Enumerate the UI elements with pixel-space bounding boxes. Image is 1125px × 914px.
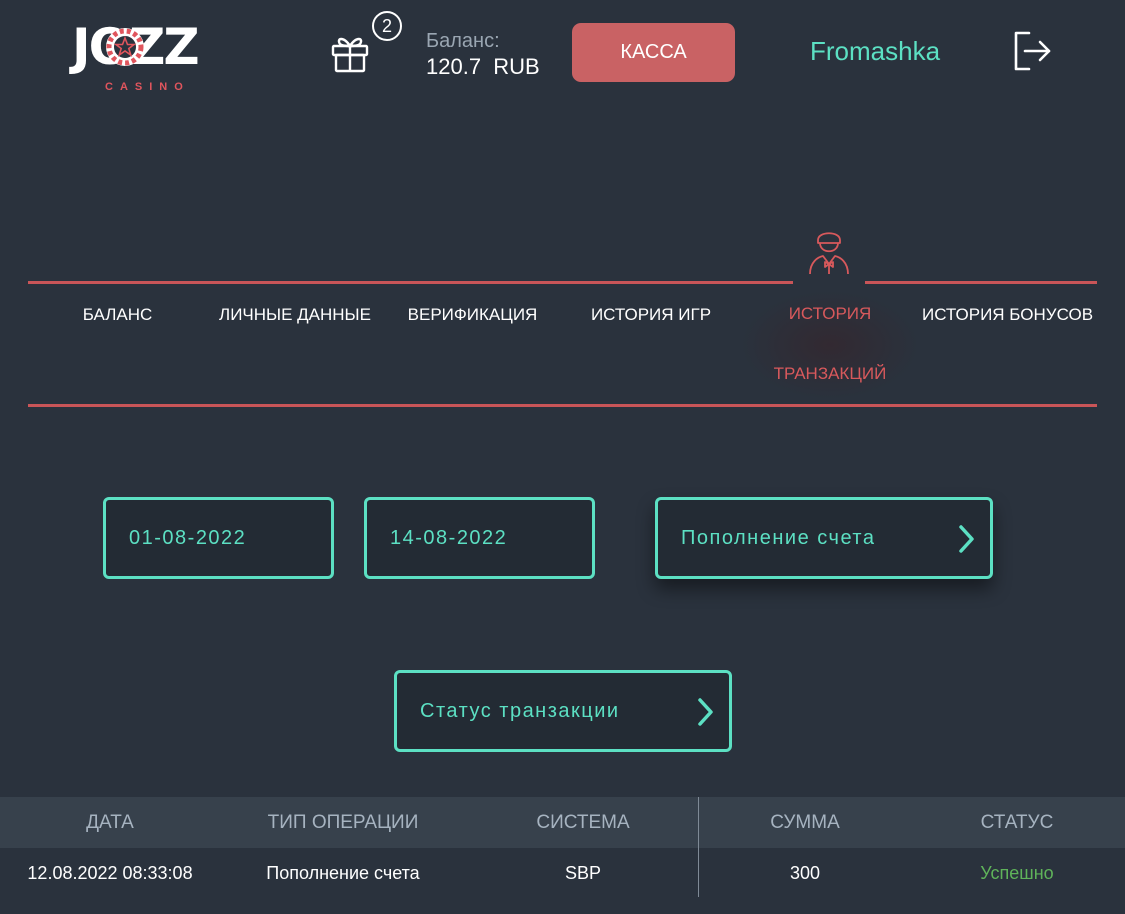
logo-subtext: CASINO [105,81,190,93]
balance-label: Баланс: [426,30,500,52]
tab-balance[interactable]: БАЛАНС [60,305,175,325]
column-divider [698,797,699,897]
tab-bonus-history[interactable]: ИСТОРИЯ БОНУСОВ [915,305,1100,325]
cashier-button[interactable]: КАССА [572,23,735,82]
gift-count-badge: 2 [372,11,402,41]
gift-icon[interactable] [328,30,372,74]
transaction-status-value: Статус транзакции [420,699,620,722]
tabs-bottom-border [28,404,1097,407]
dealer-icon [809,232,849,275]
balance-value: 120.7 RUB [426,54,540,79]
cell-type: Пополнение счета [266,863,420,883]
operation-type-select[interactable]: Пополнение счета [655,497,993,579]
casino-logo[interactable]: JOZZ CASINO [72,20,232,100]
cell-date: 12.08.2022 08:33:08 [27,863,193,883]
column-header-amount: СУММА [770,812,840,833]
column-header-date: ДАТА [86,812,134,833]
cell-amount: 300 [789,863,821,883]
table-header: ДАТА ТИП ОПЕРАЦИИ СИСТЕМА СУММА СТАТУС [0,797,1125,848]
tab-personal-data[interactable]: ЛИЧНЫЕ ДАННЫЕ [210,305,380,325]
date-to-value: 14-08-2022 [390,526,508,549]
transaction-status-select[interactable]: Статус транзакции [394,670,732,752]
column-header-type: ТИП ОПЕРАЦИИ [267,812,419,833]
column-header-system: СИСТЕМА [536,812,630,833]
date-from-value: 01-08-2022 [129,526,247,549]
date-from-field[interactable]: 01-08-2022 [103,497,334,579]
date-to-field[interactable]: 14-08-2022 [364,497,595,579]
cell-status: Успешно [980,863,1054,883]
tab-verification[interactable]: ВЕРИФИКАЦИЯ [400,305,545,325]
username-link[interactable]: Fromashka [810,36,940,67]
tab-transaction-history[interactable]: ИСТОРИЯ ТРАНЗАКЦИЙ [766,284,894,404]
column-header-status: СТАТУС [980,812,1054,833]
logout-icon[interactable] [1011,29,1053,73]
tabs-top-border [28,281,1097,284]
tab-game-history[interactable]: ИСТОРИЯ ИГР [578,305,724,325]
chevron-right-icon [959,525,974,553]
operation-type-value: Пополнение счета [681,526,876,549]
roulette-wheel-icon [106,28,144,66]
cell-system: SBP [564,863,602,883]
chevron-right-icon [698,698,713,726]
